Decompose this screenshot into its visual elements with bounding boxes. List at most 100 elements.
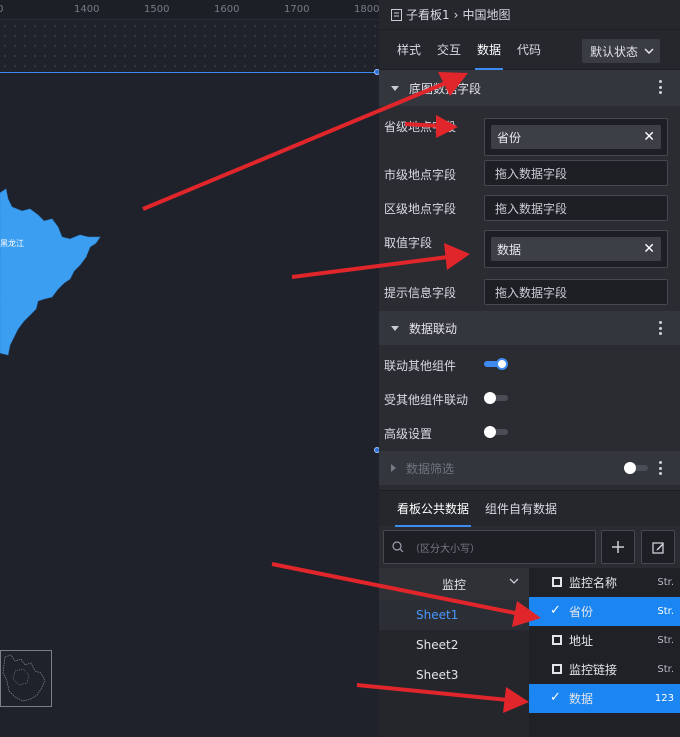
close-icon[interactable]: ✕: [643, 129, 655, 145]
field-label: 提示信息字段: [384, 286, 457, 300]
more-icon[interactable]: [659, 80, 662, 94]
checkbox-icon[interactable]: [552, 577, 562, 587]
field-label: 省级地点字段: [384, 120, 457, 134]
field-chip[interactable]: 省份 ✕: [491, 125, 661, 149]
field-label: 取值字段: [384, 236, 433, 250]
section-linkage-header[interactable]: 数据联动: [379, 311, 680, 345]
tab-code[interactable]: 代码: [509, 30, 549, 70]
map-region-label: 黑龙江: [0, 239, 24, 248]
property-tabs: 样式 交互 数据 代码 默认状态: [379, 30, 680, 70]
linked-by-other-toggle[interactable]: [484, 392, 508, 404]
chevron-down-icon: [644, 48, 654, 54]
field-name: 省份: [569, 605, 594, 619]
more-icon[interactable]: [659, 321, 662, 335]
caret-down-icon: [391, 85, 399, 91]
field-type: 123: [654, 693, 674, 704]
close-icon[interactable]: ✕: [643, 241, 655, 257]
district-field-dropzone[interactable]: 拖入数据字段: [484, 195, 668, 221]
more-icon[interactable]: [659, 461, 662, 475]
breadcrumb-parent[interactable]: 子看板1: [406, 6, 450, 23]
field-list: 监控名称 Str. ✓ 省份 Str. 地址 Str. 监控链接 Str. ✓ …: [529, 568, 680, 737]
edit-button[interactable]: [641, 530, 675, 564]
data-source-select[interactable]: 监控: [379, 568, 529, 600]
search-icon: [392, 541, 404, 553]
property-panel: 子看板1 › 中国地图 样式 交互 数据 代码 默认状态 底图数据字段 省级地点…: [379, 0, 680, 737]
ruler-label: 1400: [74, 4, 100, 15]
ruler-label: 1900: [0, 4, 4, 15]
state-select[interactable]: 默认状态: [582, 39, 660, 63]
section-field-header[interactable]: 底图数据字段: [379, 70, 680, 106]
tab-component-own-data[interactable]: 组件自有数据: [477, 491, 565, 527]
dropzone-placeholder: 拖入数据字段: [495, 166, 568, 181]
city-field-dropzone[interactable]: 拖入数据字段: [484, 160, 668, 186]
advanced-settings-toggle[interactable]: [484, 426, 508, 438]
section-filter-header[interactable]: 数据筛选: [379, 451, 680, 485]
sheet-item[interactable]: Sheet2: [379, 630, 529, 660]
field-rows: 省级地点字段 省份 ✕ 市级地点字段 拖入数据字段 区级地点字段 拖入数据字段 …: [379, 106, 680, 326]
chevron-down-icon: [509, 578, 519, 584]
dropzone-placeholder: 拖入数据字段: [495, 201, 568, 216]
field-label: 市级地点字段: [384, 168, 457, 182]
field-chip[interactable]: 数据 ✕: [491, 237, 661, 261]
chip-label: 数据: [497, 242, 522, 257]
field-item[interactable]: 地址 Str.: [529, 626, 680, 655]
china-map-shape[interactable]: [0, 185, 110, 360]
checkbox-icon[interactable]: [552, 635, 562, 645]
value-field-dropzone[interactable]: 数据 ✕: [484, 230, 668, 268]
field-type: Str.: [657, 606, 674, 617]
design-canvas[interactable]: 1400 1500 1600 1700 1800 1900 黑龙江: [0, 0, 379, 737]
ruler-label: 1500: [144, 4, 170, 15]
field-name: 地址: [569, 634, 594, 648]
field-type: Str.: [657, 577, 674, 588]
breadcrumb: 子看板1 › 中国地图: [379, 0, 680, 30]
field-item[interactable]: ✓ 省份 Str.: [529, 597, 680, 626]
tab-style[interactable]: 样式: [389, 30, 429, 70]
linkage-label: 联动其他组件: [384, 359, 457, 373]
field-name: 数据: [569, 692, 594, 706]
sheet-item[interactable]: Sheet1: [379, 600, 529, 630]
board-icon: [391, 8, 402, 21]
tab-board-public-data[interactable]: 看板公共数据: [389, 491, 477, 527]
check-icon[interactable]: ✓: [550, 603, 561, 618]
linkage-rows: 联动其他组件 受其他组件联动 高级设置: [379, 345, 680, 449]
tooltip-field-dropzone[interactable]: 拖入数据字段: [484, 279, 668, 305]
plus-icon: [612, 541, 624, 553]
ruler-label: 1700: [284, 4, 310, 15]
filter-toggle[interactable]: [624, 462, 648, 474]
minimap[interactable]: [0, 650, 52, 707]
data-source-list: 监控 Sheet1 Sheet2 Sheet3: [379, 568, 529, 737]
search-input[interactable]: （区分大小写）: [383, 530, 596, 564]
section-title: 数据筛选: [406, 461, 455, 476]
checkbox-icon[interactable]: [552, 664, 562, 674]
add-button[interactable]: [601, 530, 635, 564]
ruler-label: 1800: [354, 4, 379, 15]
canvas-grid: [0, 21, 379, 71]
field-item[interactable]: 监控名称 Str.: [529, 568, 680, 597]
edit-icon: [651, 541, 664, 554]
horizontal-ruler: 1400 1500 1600 1700 1800 1900: [0, 0, 379, 20]
section-title: 底图数据字段: [409, 81, 482, 96]
check-icon[interactable]: ✓: [550, 690, 561, 705]
caret-down-icon: [391, 325, 399, 331]
breadcrumb-separator: ›: [453, 7, 459, 22]
linkage-label: 高级设置: [384, 427, 433, 441]
province-field-dropzone[interactable]: 省份 ✕: [484, 118, 668, 156]
dropzone-placeholder: 拖入数据字段: [495, 285, 568, 300]
field-item[interactable]: 监控链接 Str.: [529, 655, 680, 684]
field-name: 监控名称: [569, 576, 618, 590]
state-select-value: 默认状态: [590, 44, 639, 59]
data-source-tabs: 看板公共数据 组件自有数据: [379, 490, 680, 527]
ruler-label: 1600: [214, 4, 240, 15]
data-source-name: 监控: [441, 577, 466, 592]
linkage-other-toggle[interactable]: [484, 358, 508, 370]
field-item[interactable]: ✓ 数据 123: [529, 684, 680, 713]
field-name: 监控链接: [569, 663, 618, 677]
chip-label: 省份: [497, 130, 522, 145]
caret-right-icon: [391, 464, 396, 472]
section-title: 数据联动: [409, 321, 458, 336]
tab-interaction[interactable]: 交互: [429, 30, 469, 70]
sheet-item[interactable]: Sheet3: [379, 660, 529, 690]
field-label: 区级地点字段: [384, 202, 457, 216]
tab-data[interactable]: 数据: [469, 30, 509, 70]
linkage-label: 受其他组件联动: [384, 393, 469, 407]
